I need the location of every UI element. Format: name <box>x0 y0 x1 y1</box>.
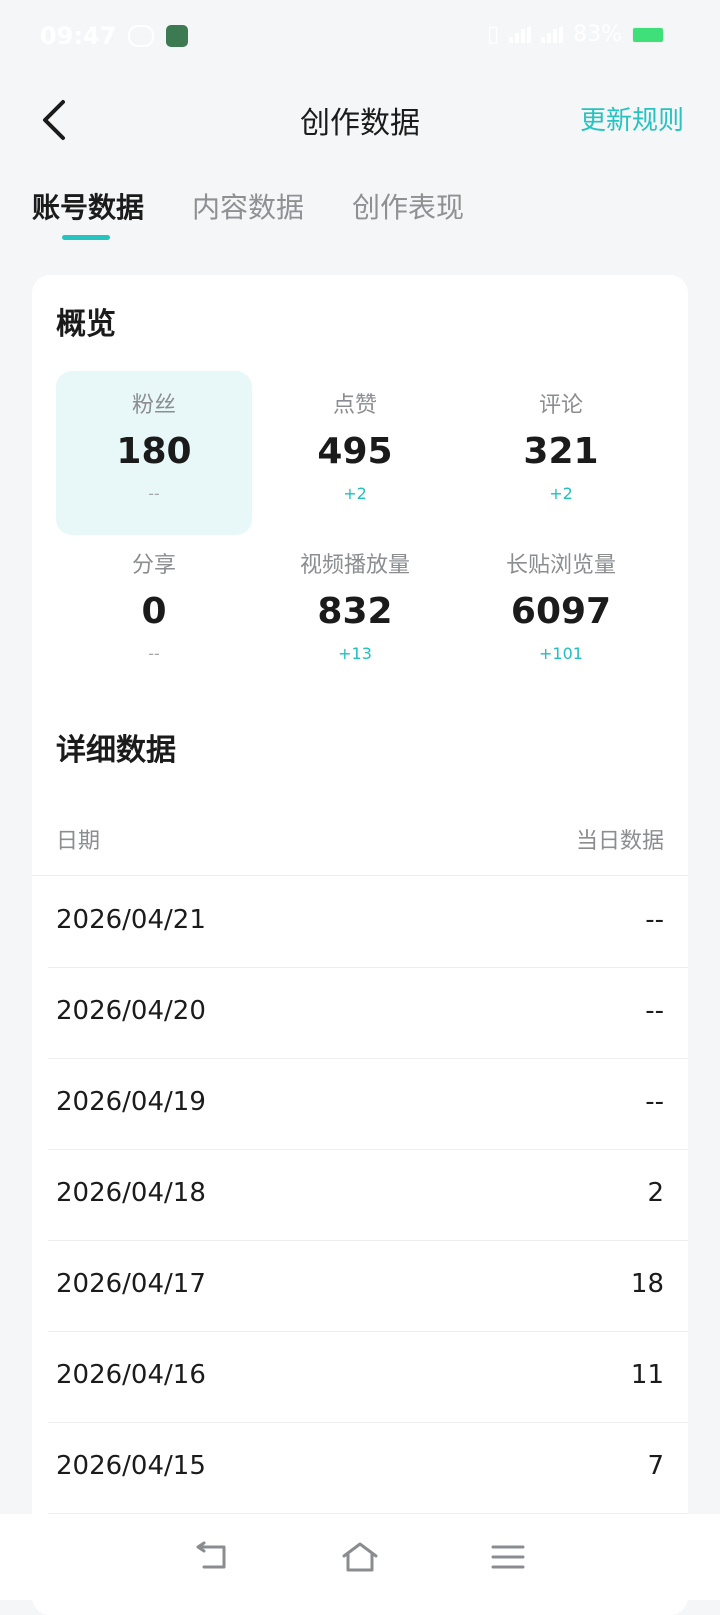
tab-bar: 账号数据 内容数据 创作表现 <box>32 186 464 240</box>
battery-percent: 83% <box>573 22 622 47</box>
metric-delta: +2 <box>458 484 664 503</box>
details-title: 详细数据 <box>56 725 176 769</box>
tab-account-data[interactable]: 账号数据 <box>32 186 144 240</box>
metric-label: 评论 <box>458 387 664 419</box>
table-row: 2026/04/16 11 <box>48 1332 688 1423</box>
tab-content-data[interactable]: 内容数据 <box>192 186 304 240</box>
metric-delta: +2 <box>252 484 458 503</box>
row-date: 2026/04/19 <box>56 1087 206 1117</box>
metric-label: 点赞 <box>252 387 458 419</box>
vibrate-icon: ▯ <box>487 22 499 47</box>
table-row: 2026/04/21 -- <box>48 877 688 968</box>
tab-label: 创作表现 <box>352 191 464 224</box>
column-header-daily: 当日数据 <box>576 823 664 855</box>
tab-label: 内容数据 <box>192 191 304 224</box>
signal-icon-2 <box>541 27 563 43</box>
metric-value: 832 <box>252 591 458 632</box>
metric-video-views[interactable]: 视频播放量 832 +13 <box>252 531 458 681</box>
metric-delta: +13 <box>252 644 458 663</box>
status-right: ▯ 83% <box>487 22 664 47</box>
system-nav-bar <box>0 1514 720 1600</box>
system-menu-button[interactable] <box>488 1537 528 1577</box>
table-row: 2026/04/17 18 <box>48 1241 688 1332</box>
table-row: 2026/04/19 -- <box>48 1059 688 1150</box>
overview-title: 概览 <box>56 299 116 343</box>
row-value: -- <box>645 996 664 1026</box>
metric-label: 视频播放量 <box>252 547 458 579</box>
battery-icon <box>632 27 664 43</box>
table-row: 2026/04/18 2 <box>48 1150 688 1241</box>
metric-delta: +101 <box>458 644 664 663</box>
row-date: 2026/04/21 <box>56 905 206 935</box>
metric-label: 长贴浏览量 <box>458 547 664 579</box>
row-date: 2026/04/18 <box>56 1178 206 1208</box>
table-row: 2026/04/15 7 <box>48 1423 688 1514</box>
tab-indicator <box>62 235 110 240</box>
metric-post-views[interactable]: 长贴浏览量 6097 +101 <box>458 531 664 681</box>
metric-value: 495 <box>252 431 458 472</box>
back-gesture-icon <box>194 1541 230 1573</box>
row-date: 2026/04/16 <box>56 1360 206 1390</box>
metric-label: 粉丝 <box>56 387 252 419</box>
app-notification-icon <box>166 25 188 47</box>
row-date: 2026/04/15 <box>56 1451 206 1481</box>
metric-value: 180 <box>56 431 252 472</box>
row-date: 2026/04/17 <box>56 1269 206 1299</box>
detail-rows: 2026/04/21 -- 2026/04/20 -- 2026/04/19 -… <box>48 877 688 1514</box>
wechat-icon <box>128 25 154 47</box>
metric-label: 分享 <box>56 547 252 579</box>
update-rules-link[interactable]: 更新规则 <box>580 100 684 137</box>
signal-icon <box>509 27 531 43</box>
metric-fans[interactable]: 粉丝 180 -- <box>56 371 252 535</box>
tab-creation-performance[interactable]: 创作表现 <box>352 186 464 240</box>
nav-bar: 创作数据 更新规则 <box>0 80 720 160</box>
metric-delta: -- <box>56 484 252 503</box>
metric-shares[interactable]: 分享 0 -- <box>56 531 252 681</box>
status-bar: 09:47 ▯ 83% <box>0 0 720 80</box>
row-value: 11 <box>631 1360 664 1390</box>
table-row: 2026/04/20 -- <box>48 968 688 1059</box>
system-home-button[interactable] <box>340 1537 380 1577</box>
overview-metrics: 粉丝 180 -- 点赞 495 +2 评论 321 +2 分享 0 -- 视频… <box>56 371 664 681</box>
row-date: 2026/04/20 <box>56 996 206 1026</box>
metric-value: 6097 <box>458 591 664 632</box>
metric-comments[interactable]: 评论 321 +2 <box>458 371 664 521</box>
menu-icon <box>491 1543 525 1571</box>
system-back-button[interactable] <box>192 1537 232 1577</box>
data-card: 概览 粉丝 180 -- 点赞 495 +2 评论 321 +2 分享 0 --… <box>32 275 688 1615</box>
row-value: -- <box>645 905 664 935</box>
status-left: 09:47 <box>40 22 188 50</box>
metric-delta: -- <box>56 644 252 663</box>
metric-likes[interactable]: 点赞 495 +2 <box>252 371 458 521</box>
row-value: 18 <box>631 1269 664 1299</box>
row-value: -- <box>645 1087 664 1117</box>
home-icon <box>340 1540 380 1574</box>
status-time: 09:47 <box>40 22 116 50</box>
row-value: 7 <box>647 1451 664 1481</box>
tab-label: 账号数据 <box>32 191 144 224</box>
row-value: 2 <box>647 1178 664 1208</box>
table-header: 日期 当日数据 <box>32 805 688 876</box>
metric-value: 321 <box>458 431 664 472</box>
column-header-date: 日期 <box>56 823 100 855</box>
metric-value: 0 <box>56 591 252 632</box>
